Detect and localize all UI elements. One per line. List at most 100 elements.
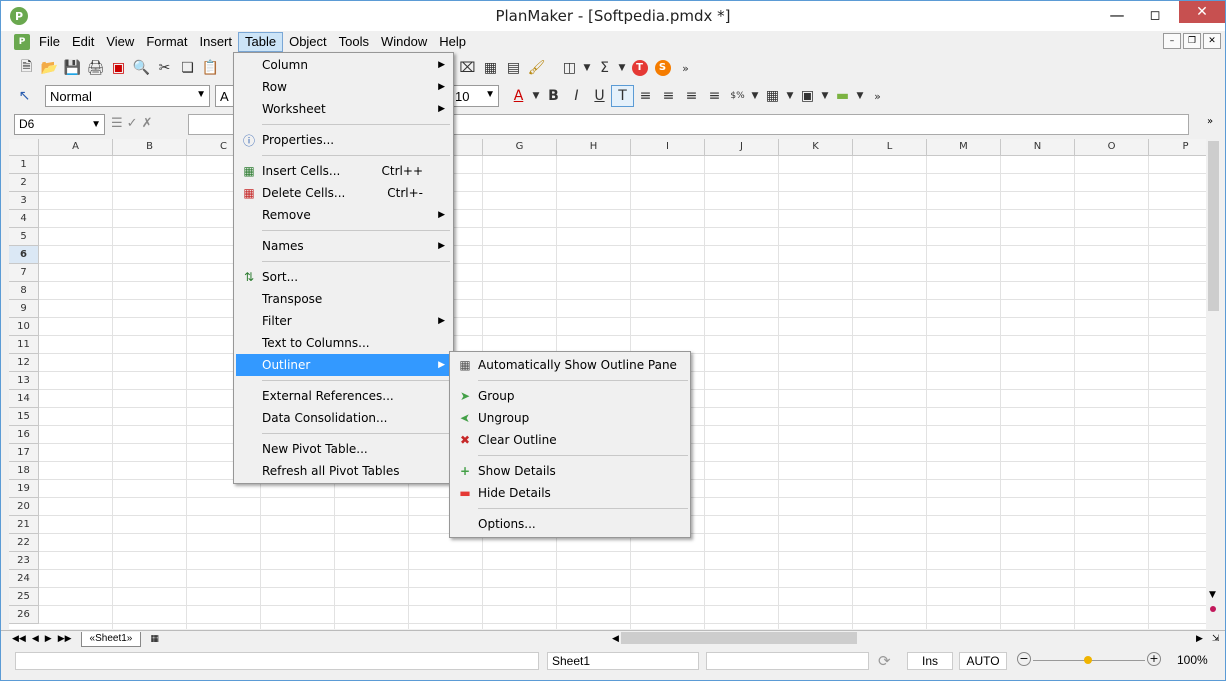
menu-worksheet[interactable]: Worksheet ▶ — [236, 98, 451, 120]
doc-minimize-button[interactable]: – — [1163, 33, 1181, 49]
doc-close-button[interactable]: ✕ — [1203, 33, 1221, 49]
select-pointer-icon[interactable]: ↖ — [13, 85, 36, 107]
row-header[interactable]: 20 — [9, 498, 39, 516]
row-header[interactable]: 25 — [9, 588, 39, 606]
chart-frame-icon[interactable]: ◫ — [558, 57, 581, 79]
italic-icon[interactable]: I — [565, 85, 588, 107]
menu-remove[interactable]: Remove ▶ — [236, 204, 451, 226]
menu-file[interactable]: File — [33, 32, 66, 52]
menu-tools[interactable]: Tools — [333, 32, 375, 52]
column-header[interactable]: K — [779, 139, 853, 156]
dropdown-arrow-icon[interactable]: ▼ — [530, 85, 542, 107]
menu-names[interactable]: Names ▶ — [236, 235, 451, 257]
conditional-format-icon[interactable]: ▦ — [761, 85, 784, 107]
row-header[interactable]: 9 — [9, 300, 39, 318]
menu-help[interactable]: Help — [433, 32, 472, 52]
row-header[interactable]: 24 — [9, 570, 39, 588]
column-header[interactable]: J — [705, 139, 779, 156]
print-icon[interactable]: 🖨 — [84, 57, 107, 79]
menu-clear-outline[interactable]: ✖ Clear Outline — [452, 429, 688, 451]
column-header[interactable]: G — [483, 139, 557, 156]
underline-icon[interactable]: U — [588, 85, 611, 107]
row-header[interactable]: 8 — [9, 282, 39, 300]
menu-new-pivot-table[interactable]: New Pivot Table... — [236, 438, 451, 460]
row-header[interactable]: 2 — [9, 174, 39, 192]
textmaker-icon[interactable]: T — [628, 57, 651, 79]
dropdown-arrow-icon[interactable]: ▼ — [749, 85, 761, 107]
menu-properties[interactable]: ⓘ Properties... — [236, 129, 451, 151]
column-header[interactable]: M — [927, 139, 1001, 156]
zoom-out-icon[interactable]: − — [1017, 652, 1031, 666]
dropdown-arrow-icon[interactable]: ▼ — [581, 57, 593, 79]
number-format-icon[interactable]: $% — [726, 85, 749, 107]
menu-edit[interactable]: Edit — [66, 32, 100, 52]
bold-icon[interactable]: B — [542, 85, 565, 107]
menu-outline-options[interactable]: Options... — [452, 513, 688, 535]
cell-borders-icon[interactable]: ▣ — [796, 85, 819, 107]
menu-group[interactable]: ➤ Group — [452, 385, 688, 407]
scroll-right-icon[interactable]: ▶ — [1193, 634, 1206, 644]
font-select[interactable]: A — [215, 85, 235, 107]
minimize-button[interactable]: — — [1102, 1, 1132, 29]
outline-marker-icon[interactable] — [1210, 606, 1216, 612]
column-header[interactable]: N — [1001, 139, 1075, 156]
menu-data-consolidation[interactable]: Data Consolidation... — [236, 407, 451, 429]
menu-table[interactable]: Table — [238, 31, 284, 52]
shading-icon[interactable]: ▤ — [502, 57, 525, 79]
row-header[interactable]: 4 — [9, 210, 39, 228]
maximize-button[interactable]: ◻ — [1140, 1, 1170, 29]
row-header[interactable]: 16 — [9, 426, 39, 444]
row-header[interactable]: 7 — [9, 264, 39, 282]
confirm-icon[interactable]: ✓ — [127, 116, 138, 131]
row-header[interactable]: 3 — [9, 192, 39, 210]
style-select[interactable]: Normal ▼ — [45, 85, 210, 107]
menu-window[interactable]: Window — [375, 32, 433, 52]
row-header[interactable]: 5 — [9, 228, 39, 246]
menu-insert-cells[interactable]: ▦ Insert Cells... Ctrl++ — [236, 160, 451, 182]
zoom-slider-thumb[interactable] — [1084, 656, 1092, 664]
cut-icon[interactable]: ✂ — [153, 57, 176, 79]
scroll-down-icon[interactable]: ▼ — [1209, 590, 1216, 600]
menu-delete-cells[interactable]: ▦ Delete Cells... Ctrl+- — [236, 182, 451, 204]
horizontal-scroll-thumb[interactable] — [621, 632, 857, 644]
menu-ungroup[interactable]: ➤ Ungroup — [452, 407, 688, 429]
more-tools-icon[interactable]: » — [866, 85, 889, 107]
sheet-tab[interactable]: «Sheet1» — [80, 631, 142, 647]
presentations-icon[interactable]: S — [651, 57, 674, 79]
close-button[interactable]: ✕ — [1179, 1, 1225, 23]
column-header[interactable]: O — [1075, 139, 1149, 156]
column-header[interactable]: B — [113, 139, 187, 156]
split-icon[interactable]: ⇲ — [1209, 634, 1223, 644]
row-header[interactable]: 6 — [9, 246, 39, 264]
row-header[interactable]: 11 — [9, 336, 39, 354]
document-icon[interactable]: P — [14, 33, 30, 50]
prev-sheet-icon[interactable]: ◀ — [29, 634, 42, 644]
menu-insert[interactable]: Insert — [193, 32, 238, 52]
app-logo-icon[interactable]: P — [10, 7, 28, 25]
autosum-icon[interactable]: Σ — [593, 57, 616, 79]
menu-external-references[interactable]: External References... — [236, 385, 451, 407]
column-header[interactable]: A — [39, 139, 113, 156]
row-header[interactable]: 17 — [9, 444, 39, 462]
menu-view[interactable]: View — [100, 32, 140, 52]
column-header[interactable]: L — [853, 139, 927, 156]
row-header[interactable]: 26 — [9, 606, 39, 624]
column-header[interactable]: I — [631, 139, 705, 156]
row-header[interactable]: 23 — [9, 552, 39, 570]
row-header[interactable]: 1 — [9, 156, 39, 174]
menu-column[interactable]: Column ▶ — [236, 54, 451, 76]
row-header[interactable]: 22 — [9, 534, 39, 552]
menu-auto-show-outline[interactable]: ▦ Automatically Show Outline Pane — [452, 354, 688, 376]
calc-mode[interactable]: AUTO — [959, 652, 1007, 670]
font-size-select[interactable]: 10 ▼ — [450, 85, 499, 107]
vertical-scroll-thumb[interactable] — [1208, 141, 1219, 311]
save-icon[interactable]: 💾 — [61, 57, 84, 79]
row-header[interactable]: 19 — [9, 480, 39, 498]
dropdown-arrow-icon[interactable]: ▼ — [819, 85, 831, 107]
dropdown-arrow-icon[interactable]: ▼ — [784, 85, 796, 107]
cell-reference-box[interactable]: D6 ▼ — [14, 114, 105, 135]
menu-show-details[interactable]: + Show Details — [452, 460, 688, 482]
column-header[interactable]: H — [557, 139, 631, 156]
menu-row[interactable]: Row ▶ — [236, 76, 451, 98]
row-header[interactable]: 21 — [9, 516, 39, 534]
